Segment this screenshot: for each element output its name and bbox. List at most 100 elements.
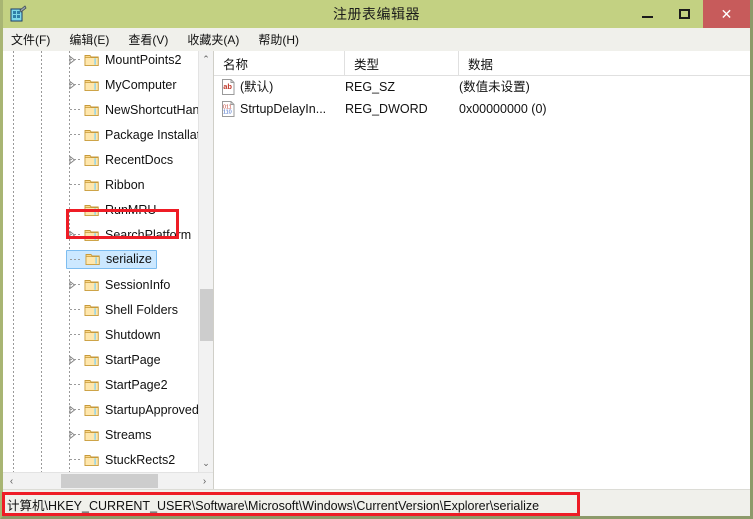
menu-view[interactable]: 查看(V) [128, 29, 177, 50]
tree-item-startupapproved[interactable]: StartupApproved [3, 397, 199, 422]
registry-tree[interactable]: MountPoints2 MyComputer NewShortcutHan Pack… [3, 51, 199, 472]
tree-item-recentdocs[interactable]: RecentDocs [3, 147, 199, 172]
folder-icon [84, 203, 100, 217]
expand-arrow-icon[interactable] [67, 355, 77, 365]
tree-connector [70, 334, 82, 335]
value-name: StrtupDelayIn... [240, 102, 327, 116]
current-key-path: 计算机\HKEY_CURRENT_USER\Software\Microsoft… [7, 499, 540, 513]
tree-item-startpage[interactable]: StartPage [3, 347, 199, 372]
tree-connector [70, 459, 82, 460]
tree-connector [70, 184, 82, 185]
values-column-headers: 名称 类型 数据 [214, 51, 750, 76]
title-bar[interactable]: 注册表编辑器 ✕ [3, 0, 750, 28]
expand-arrow-icon[interactable] [67, 55, 77, 65]
tree-connector [70, 259, 82, 260]
value-row[interactable]: 011 110 StrtupDelayIn... REG_DWORD 0x0000000… [214, 98, 750, 120]
column-header-name[interactable]: 名称 [214, 51, 345, 75]
tree-item-content: Package Installat [69, 128, 199, 142]
folder-icon [84, 278, 100, 292]
tree-connector [70, 159, 82, 160]
scroll-up-icon[interactable]: ⌃ [199, 51, 213, 68]
dword-value-icon: 011 110 [221, 101, 236, 117]
tree-hscroll-thumb[interactable] [61, 474, 158, 488]
value-type: REG_SZ [345, 80, 396, 94]
value-row[interactable]: ab (默认) REG_SZ (数值未设置) [214, 76, 750, 98]
tree-item-label: MountPoints2 [105, 52, 182, 67]
tree-item-label: Shutdown [105, 327, 161, 342]
maximize-button[interactable] [666, 0, 703, 28]
value-name: (默认) [240, 80, 274, 94]
tree-item-label: StuckRects2 [105, 452, 176, 467]
folder-icon [84, 453, 100, 467]
value-data: (数值未设置) [459, 80, 530, 94]
folder-icon [84, 103, 100, 117]
value-type: REG_DWORD [345, 102, 428, 116]
tree-item-content: MountPoints2 [69, 53, 181, 67]
tree-item-mountpoints2[interactable]: MountPoints2 [3, 51, 199, 72]
tree-connector [70, 284, 82, 285]
tree-item-label: StartPage [105, 352, 161, 367]
tree-item-mycomputer[interactable]: MyComputer [3, 72, 199, 97]
tree-item-sessioninfo[interactable]: SessionInfo [3, 272, 199, 297]
content-area: MountPoints2 MyComputer NewShortcutHan Pack… [3, 51, 750, 489]
tree-horizontal-scrollbar[interactable]: ‹ › [3, 472, 213, 489]
minimize-button[interactable] [629, 0, 666, 28]
close-button[interactable]: ✕ [703, 0, 750, 28]
tree-item-ribbon[interactable]: Ribbon [3, 172, 199, 197]
menu-help[interactable]: 帮助(H) [258, 29, 308, 50]
column-header-data[interactable]: 数据 [459, 51, 750, 75]
expand-arrow-icon[interactable] [67, 405, 77, 415]
svg-text:ab: ab [223, 82, 232, 91]
tree-connector [70, 209, 82, 210]
tree-item-content: RunMRU [69, 203, 156, 217]
column-header-type[interactable]: 类型 [345, 51, 459, 75]
tree-item-startpage2[interactable]: StartPage2 [3, 372, 199, 397]
folder-icon [84, 228, 100, 242]
folder-icon [84, 403, 100, 417]
status-bar: 计算机\HKEY_CURRENT_USER\Software\Microsoft… [3, 489, 750, 516]
expand-arrow-icon[interactable] [67, 280, 77, 290]
tree-item-shutdown[interactable]: Shutdown [3, 322, 199, 347]
registry-values-pane: 名称 类型 数据 ab (默认) REG_SZ (数值未设置) 011 110 Strtup… [214, 51, 750, 489]
tree-item-serialize[interactable]: serialize [3, 247, 199, 272]
svg-text:110: 110 [223, 110, 232, 116]
tree-vscroll-thumb[interactable] [200, 289, 213, 341]
folder-icon [84, 178, 100, 192]
tree-item-runmru[interactable]: RunMRU [3, 197, 199, 222]
tree-item-newshortcuthan[interactable]: NewShortcutHan [3, 97, 199, 122]
expand-arrow-icon[interactable] [67, 155, 77, 165]
registry-tree-pane: MountPoints2 MyComputer NewShortcutHan Pack… [3, 51, 214, 489]
expand-arrow-icon[interactable] [67, 230, 77, 240]
minimize-icon [642, 16, 653, 18]
scroll-down-icon[interactable]: ⌄ [199, 455, 213, 472]
tree-connector [70, 109, 82, 110]
tree-item-content: SessionInfo [69, 278, 170, 292]
tree-item-label: SearchPlatform [105, 227, 192, 242]
string-value-icon: ab [221, 79, 236, 95]
tree-item-label: serialize [106, 252, 152, 266]
tree-connector [70, 134, 82, 135]
tree-item-label: Package Installat [105, 127, 199, 142]
expand-arrow-icon[interactable] [67, 80, 77, 90]
tree-item-label: NewShortcutHan [105, 102, 199, 117]
folder-icon [84, 378, 100, 392]
folder-icon [84, 328, 100, 342]
menu-favorites[interactable]: 收藏夹(A) [187, 29, 248, 50]
tree-item-package-installat[interactable]: Package Installat [3, 122, 199, 147]
folder-icon [84, 353, 100, 367]
tree-item-label: Shell Folders [105, 302, 178, 317]
maximize-icon [679, 9, 690, 19]
expand-arrow-icon[interactable] [67, 430, 77, 440]
tree-item-searchplatform[interactable]: SearchPlatform [3, 222, 199, 247]
tree-item-shell-folders[interactable]: Shell Folders [3, 297, 199, 322]
menu-edit[interactable]: 编辑(E) [69, 29, 118, 50]
tree-vertical-scrollbar[interactable]: ⌃ ⌄ [198, 51, 213, 472]
tree-item-stuckrects2[interactable]: StuckRects2 [3, 447, 199, 472]
menu-file[interactable]: 文件(F) [11, 29, 59, 50]
tree-item-content: NewShortcutHan [69, 103, 199, 117]
tree-item-content: StartPage [69, 353, 161, 367]
tree-item-streams[interactable]: Streams [3, 422, 199, 447]
scroll-left-icon[interactable]: ‹ [3, 473, 20, 489]
scroll-right-icon[interactable]: › [196, 473, 213, 489]
tree-item-label: SessionInfo [105, 277, 171, 292]
